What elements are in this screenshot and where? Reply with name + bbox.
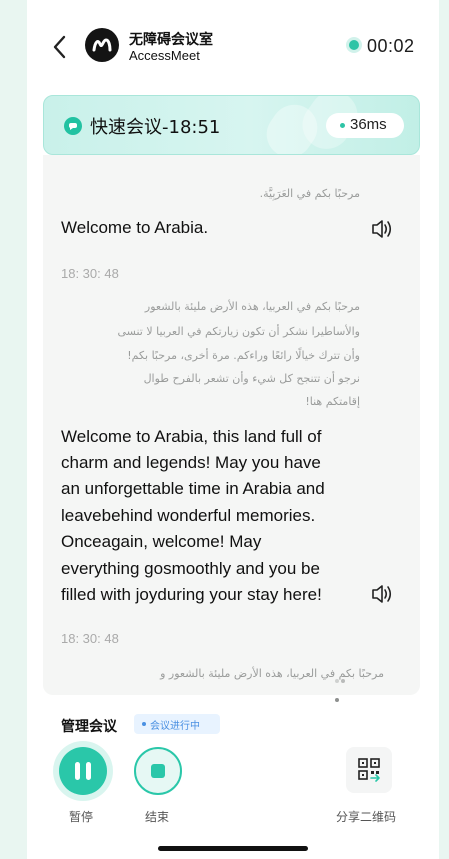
- arabic-live-text: مرحبًا بكم في العربيا، هذه الأرض مليئة ب…: [160, 667, 384, 680]
- share-qr-button[interactable]: [346, 747, 392, 793]
- app-header: 无障碍会议室 AccessMeet 00:02: [27, 0, 439, 92]
- english-translation-text: Welcome to Arabia.: [61, 218, 209, 237]
- typing-dot: [341, 679, 345, 683]
- chevron-left-icon: [53, 35, 66, 59]
- accessmeet-logo: [85, 28, 119, 62]
- brand-name-cn: 无障碍会议室: [129, 32, 213, 48]
- pause-button[interactable]: [59, 747, 107, 795]
- share-qr-label: 分享二维码: [336, 810, 397, 824]
- english-translation-line: an unforgettable time in Arabia and: [61, 479, 325, 498]
- badge-dot: [142, 722, 146, 726]
- play-audio-button[interactable]: [370, 218, 394, 240]
- back-button[interactable]: [49, 34, 73, 60]
- play-audio-button[interactable]: [370, 583, 394, 605]
- english-translation-line: everything gosmoothly and you be: [61, 559, 320, 578]
- english-translation-line: Welcome to Arabia, this land full of: [61, 427, 322, 446]
- arabic-original-line: مرحبًا بكم في العربيا، هذه الأرض مليئة ب…: [144, 300, 360, 313]
- arabic-original-line: نرجو أن تتنجح كل شيء وأن تشعر بالفرح طوا…: [143, 372, 360, 385]
- typing-indicator: [333, 668, 349, 702]
- end-label: 结束: [145, 810, 170, 824]
- latency-badge: 36ms: [326, 113, 404, 138]
- stop-icon: [151, 764, 165, 778]
- english-translation-line: filled with joyduring your stay here!: [61, 585, 322, 604]
- meeting-status-badge: 会议进行中: [134, 714, 220, 734]
- meeting-info-card: 快速会议-18:51 36ms: [43, 95, 420, 155]
- typing-dot: [335, 698, 339, 702]
- latency-dot: [340, 123, 345, 128]
- english-translation-line: leavebehind wonderful memories.: [61, 506, 316, 525]
- arabic-original-line: وأن تترك خيالًا رائعًا وراءكم. مرة أخرى،…: [127, 349, 360, 362]
- home-indicator[interactable]: [158, 846, 308, 851]
- meeting-timer: 00:02: [367, 36, 415, 56]
- arabic-original-text: مرحبًا بكم في العَرَبِيَّة.: [259, 187, 360, 200]
- english-translation-line: charm and legends! May you have: [61, 453, 321, 472]
- transcript-panel[interactable]: مرحبًا بكم في العَرَبِيَّة. Welcome to A…: [43, 155, 420, 702]
- meeting-title: 快速会议-18:51: [90, 117, 221, 138]
- transcript-timestamp: 18: 30: 48: [61, 631, 119, 646]
- latency-value: 36ms: [350, 116, 387, 133]
- english-translation-line: Onceagain, welcome! May: [61, 532, 262, 551]
- pause-label: 暂停: [69, 810, 94, 824]
- end-button[interactable]: [134, 747, 182, 795]
- live-status-dot: [349, 40, 359, 50]
- speaker-icon: [372, 220, 392, 238]
- speaker-icon: [372, 585, 392, 603]
- arabic-original-line: والأساطيرا نشكر أن تكون زيارتكم في العرب…: [117, 325, 360, 338]
- typing-dot: [335, 679, 339, 683]
- pause-icon: [75, 762, 91, 780]
- qr-code-icon: [358, 758, 380, 782]
- phone-screen: 无障碍会议室 AccessMeet 00:02 快速会议-18:51 36ms …: [27, 0, 439, 859]
- manage-meeting-label: 管理会议: [61, 719, 117, 735]
- chat-bubble-icon: [64, 117, 82, 135]
- badge-text: 会议进行中: [150, 721, 200, 732]
- brand-name-en: AccessMeet: [129, 48, 200, 63]
- arabic-original-line: إقامتكم هنا!: [305, 395, 360, 408]
- transcript-timestamp: 18: 30: 48: [61, 266, 119, 281]
